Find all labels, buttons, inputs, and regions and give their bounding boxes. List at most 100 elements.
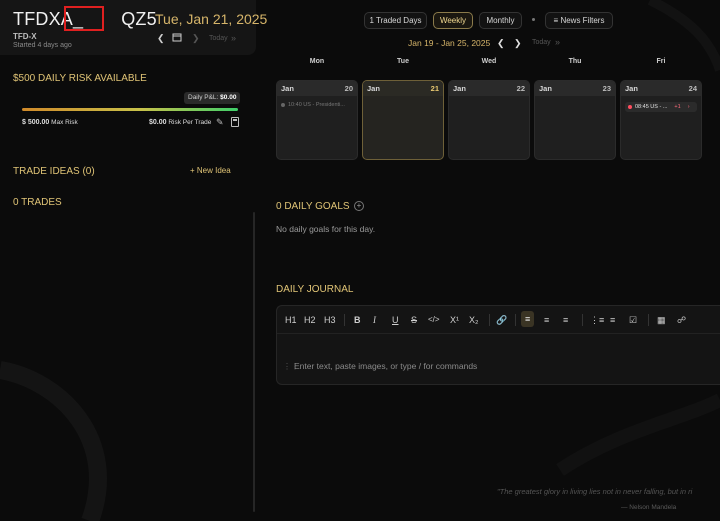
bold-button[interactable]: B: [354, 315, 361, 325]
dow-thu: Thu: [568, 58, 582, 65]
day-card-fri[interactable]: Jan 24 08:45 US - ... +1 ›: [620, 80, 702, 160]
editor-placeholder[interactable]: Enter text, paste images, or type / for …: [294, 361, 477, 371]
risk-per-trade: $0.00 Risk Per Trade: [149, 119, 211, 126]
risk-per-trade-value: $0.00: [149, 119, 167, 126]
day-card-mon[interactable]: Jan 20 10:40 US - Presidenti...: [276, 80, 358, 160]
risk-per-trade-label: Risk Per Trade: [168, 119, 212, 126]
traded-days-button[interactable]: 1 Traded Days: [364, 12, 427, 29]
account-name-suffix: QZ5: [121, 9, 157, 29]
news-event[interactable]: 10:40 US - Presidenti...: [281, 102, 353, 108]
next-week-icon[interactable]: ❯: [514, 38, 522, 49]
calculator-icon[interactable]: [231, 117, 239, 127]
journal-editor[interactable]: H1 H2 H3 B I U S </> X¹ X₂ 🔗 ≡ ≡ ≡ ⋮≡ ≡ …: [276, 305, 720, 385]
news-filters-button[interactable]: ≡ News Filters: [545, 12, 613, 29]
event-label: 10:40 US - Presidenti...: [288, 102, 345, 108]
chevron-right-icon: ›: [687, 104, 690, 110]
dow-mon: Mon: [309, 58, 325, 65]
news-event-high-impact[interactable]: 08:45 US - ... +1 ›: [625, 102, 697, 112]
panel-resize-handle[interactable]: [253, 212, 255, 512]
dow-fri: Fri: [656, 58, 666, 65]
prev-day-icon[interactable]: ❮: [157, 33, 165, 44]
add-goal-icon[interactable]: +: [354, 201, 364, 211]
heading2-button[interactable]: H2: [304, 315, 316, 325]
news-filters-label: News Filters: [560, 16, 605, 25]
trade-ideas-title: TRADE IDEAS (0): [13, 166, 95, 177]
toolbar-divider: [648, 314, 649, 326]
toolbar-divider: [489, 314, 490, 326]
day-number: 21: [430, 84, 439, 93]
bullet-list-icon[interactable]: ⋮≡: [590, 315, 604, 326]
heading1-button[interactable]: H1: [285, 315, 297, 325]
new-idea-button[interactable]: + New Idea: [190, 166, 231, 175]
redaction-box: [64, 6, 104, 31]
risk-bar: [22, 108, 238, 111]
checklist-icon[interactable]: ☑: [629, 315, 637, 326]
week-today-button[interactable]: Today: [532, 39, 551, 46]
day-month: Jan: [367, 84, 380, 93]
event-dot-icon: [281, 103, 285, 107]
day-month: Jan: [539, 84, 552, 93]
align-left-icon[interactable]: ≡: [521, 311, 535, 327]
goals-empty-message: No daily goals for this day.: [276, 224, 376, 234]
day-number: 22: [516, 84, 525, 93]
account-started: Started 4 days ago: [13, 42, 72, 49]
day-month: Jan: [625, 84, 638, 93]
today-button[interactable]: Today: [209, 35, 228, 42]
more-events-count: +1: [674, 104, 681, 110]
calendar-icon[interactable]: [172, 32, 182, 44]
table-icon[interactable]: ▦: [657, 315, 666, 326]
prev-week-icon[interactable]: ❮: [497, 38, 505, 49]
trades-title: 0 TRADES: [13, 197, 62, 208]
numbered-list-icon[interactable]: ≡: [610, 315, 615, 325]
account-name: TFDXA_ QZ5: [13, 6, 157, 31]
jump-forward-week-icon[interactable]: »: [555, 37, 560, 47]
diagram-icon[interactable]: ☍: [677, 315, 686, 326]
next-day-icon[interactable]: ❯: [192, 33, 200, 44]
align-center-icon[interactable]: ≡: [544, 315, 549, 325]
dow-wed: Wed: [481, 58, 497, 65]
max-risk-value: $ 500.00: [22, 119, 50, 126]
edit-risk-icon[interactable]: ✎: [216, 117, 224, 128]
editor-toolbar: H1 H2 H3 B I U S </> X¹ X₂ 🔗 ≡ ≡ ≡ ⋮≡ ≡ …: [277, 306, 720, 334]
event-label: 08:45 US - ...: [635, 104, 668, 110]
day-number: 20: [344, 84, 353, 93]
align-right-icon[interactable]: ≡: [563, 315, 568, 325]
account-short-name: TFD-X: [13, 32, 37, 41]
subscript-button[interactable]: X₂: [469, 315, 479, 325]
footer-quote: "The greatest glory in living lies not i…: [497, 487, 693, 496]
filter-icon: ≡: [553, 16, 559, 25]
toolbar-divider: [515, 314, 516, 326]
max-risk: $ 500.00 Max Risk: [22, 119, 78, 126]
day-month: Jan: [453, 84, 466, 93]
toolbar-divider: [344, 314, 345, 326]
day-card-tue[interactable]: Jan 21: [362, 80, 444, 160]
heading3-button[interactable]: H3: [324, 315, 336, 325]
underline-button[interactable]: U: [392, 315, 399, 325]
week-range: Jan 19 - Jan 25, 2025: [408, 38, 491, 48]
dow-tue: Tue: [397, 58, 409, 65]
italic-button[interactable]: I: [373, 315, 376, 325]
day-card-wed[interactable]: Jan 22: [448, 80, 530, 160]
max-risk-label: Max Risk: [51, 119, 78, 126]
weekly-tab[interactable]: Weekly: [433, 12, 473, 29]
superscript-button[interactable]: X¹: [450, 315, 459, 325]
separator-dot: [532, 18, 535, 21]
daily-risk-title: $500 DAILY RISK AVAILABLE: [13, 73, 147, 84]
day-number: 23: [602, 84, 611, 93]
daily-pnl-badge: Daily P&L: $0.00: [184, 92, 241, 104]
monthly-tab[interactable]: Monthly: [479, 12, 522, 29]
day-number: 24: [688, 84, 697, 93]
quote-author: — Nelson Mandela: [621, 504, 677, 511]
strikethrough-button[interactable]: S: [411, 315, 417, 325]
day-card-thu[interactable]: Jan 23: [534, 80, 616, 160]
toolbar-divider: [582, 314, 583, 326]
link-icon[interactable]: 🔗: [496, 315, 507, 326]
day-month: Jan: [281, 84, 294, 93]
jump-forward-icon[interactable]: »: [231, 33, 236, 43]
pnl-value: $0.00: [220, 94, 237, 101]
pnl-label: Daily P&L:: [188, 94, 219, 101]
daily-goals-title: 0 DAILY GOALS: [276, 201, 350, 212]
daily-journal-title: DAILY JOURNAL: [276, 284, 354, 295]
code-button[interactable]: </>: [428, 315, 440, 324]
date-title: Tue, Jan 21, 2025: [155, 11, 268, 27]
